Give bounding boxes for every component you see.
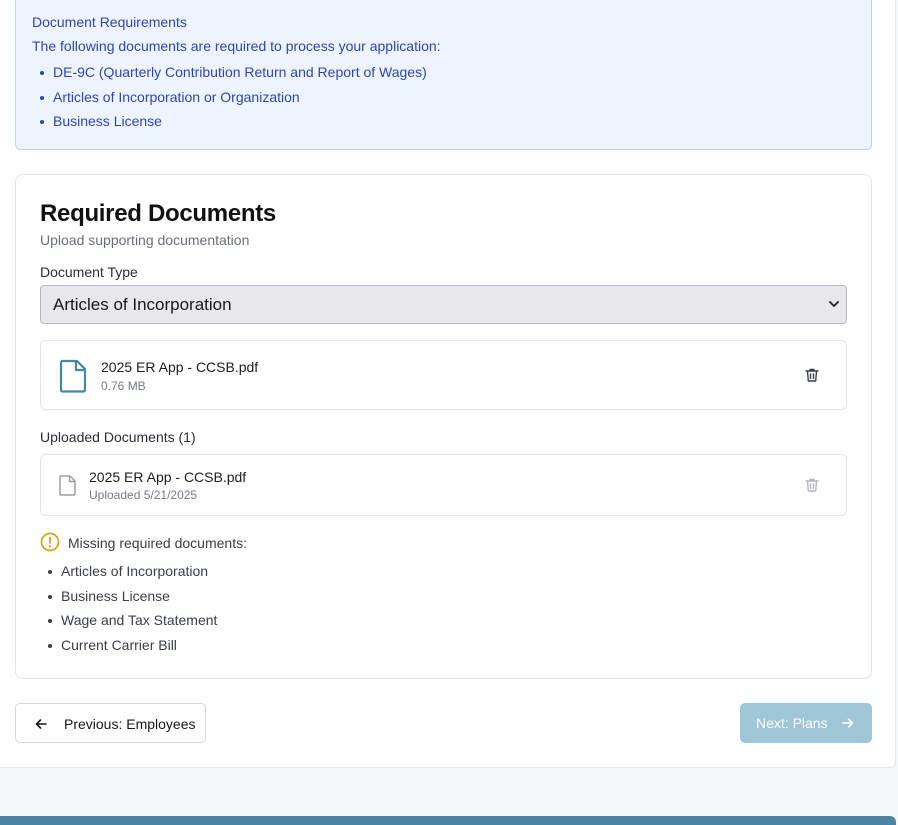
uploaded-file-name: 2025 ER App - CCSB.pdf <box>89 469 247 485</box>
document-type-value: Articles of Incorporation <box>53 294 232 314</box>
uploaded-file-date: Uploaded 5/21/2025 <box>89 488 198 502</box>
trash-icon[interactable] <box>804 367 820 383</box>
file-icon <box>59 475 76 496</box>
bullet <box>48 594 52 599</box>
bullet <box>48 644 52 649</box>
list-item: Articles of Incorporation or Organizatio… <box>40 89 427 114</box>
bullet <box>48 570 52 574</box>
required-documents-card: Required Documents Upload supporting doc… <box>15 174 872 679</box>
bullet <box>40 120 44 124</box>
arrow-left-icon <box>35 719 47 729</box>
list-item: DE-9C (Quarterly Contribution Return and… <box>40 64 427 89</box>
bullet <box>40 95 44 100</box>
trash-icon[interactable] <box>804 477 820 493</box>
selected-file-size: 0.76 MB <box>101 379 146 393</box>
list-item: Business License <box>48 588 217 613</box>
requirements-list: DE-9C (Quarterly Contribution Return and… <box>40 64 427 138</box>
list-item: Wage and Tax Statement <box>48 612 217 637</box>
missing-documents-list: Articles of Incorporation Business Licen… <box>48 563 217 662</box>
next-plans-button[interactable]: Next: Plans <box>740 703 872 743</box>
card-subtitle: Upload supporting documentation <box>40 232 250 248</box>
previous-employees-button[interactable]: Previous: Employees <box>15 703 206 743</box>
file-icon <box>59 359 87 393</box>
previous-button-label: Previous: Employees <box>64 716 196 732</box>
list-item: Current Carrier Bill <box>48 637 217 662</box>
card-title: Required Documents <box>40 200 276 227</box>
document-type-select[interactable]: Articles of Incorporation <box>40 285 847 324</box>
uploaded-file-row: 2025 ER App - CCSB.pdf Uploaded 5/21/202… <box>40 454 847 516</box>
uploaded-documents-label: Uploaded Documents (1) <box>40 429 196 445</box>
notice-title: Document Requirements <box>32 14 187 30</box>
selected-file-name: 2025 ER App - CCSB.pdf <box>101 359 259 375</box>
document-type-label: Document Type <box>40 264 138 280</box>
footer-bar <box>0 816 896 825</box>
chevron-down-icon <box>829 301 839 307</box>
list-item: Articles of Incorporation <box>48 563 217 588</box>
selected-file-row: 2025 ER App - CCSB.pdf 0.76 MB <box>40 340 847 410</box>
next-button-label: Next: Plans <box>756 715 828 731</box>
missing-documents-label: Missing required documents: <box>68 535 247 551</box>
bullet <box>40 71 44 75</box>
arrow-right-icon <box>842 718 854 728</box>
alert-circle-icon <box>40 532 60 552</box>
document-requirements-notice: Document Requirements The following docu… <box>15 0 872 150</box>
bullet <box>48 619 52 624</box>
list-item: Business License <box>40 113 427 138</box>
notice-intro: The following documents are required to … <box>32 38 441 54</box>
page-shell: Document Requirements The following docu… <box>0 0 896 768</box>
